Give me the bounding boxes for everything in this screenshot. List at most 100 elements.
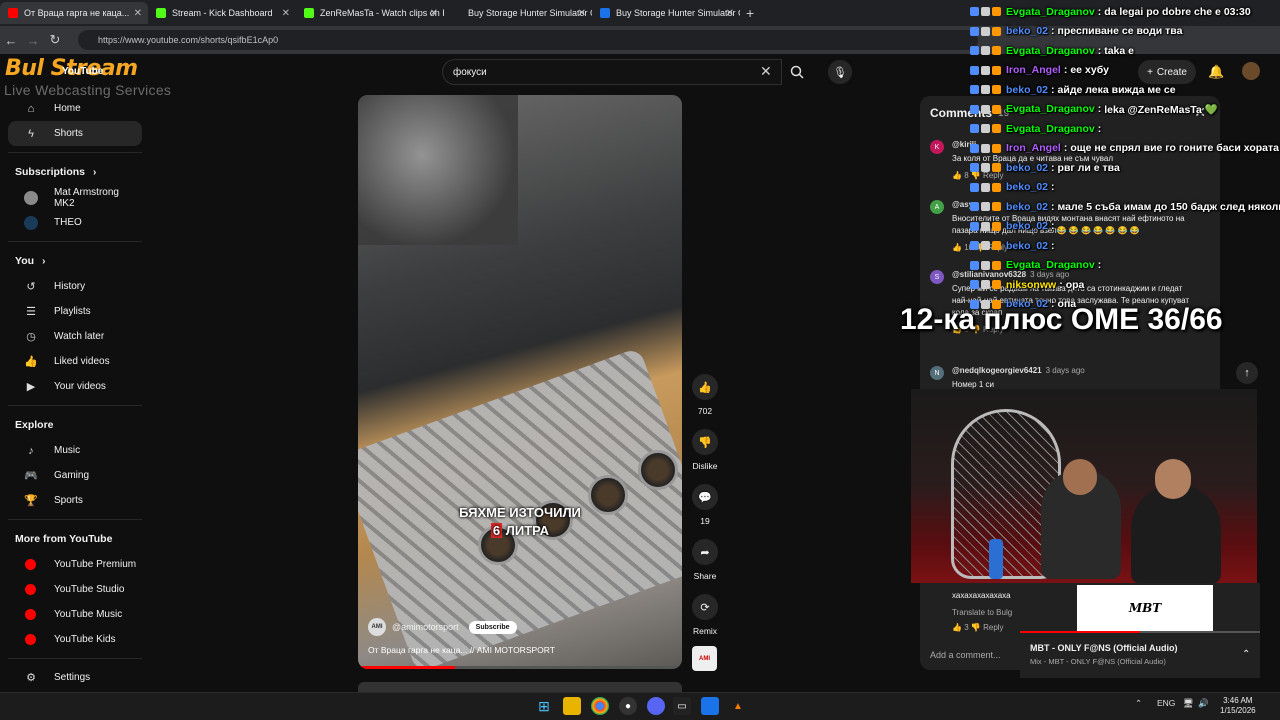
back-icon[interactable]: ← [0,33,22,48]
sidebar-item-music[interactable]: ♪ Music [8,438,142,463]
sidebar-item-home[interactable]: ⌂ Home [8,96,142,121]
tray-chevron-icon[interactable]: ⌃ [1135,698,1142,709]
chat-username[interactable]: Iron_Angel [1006,142,1061,154]
search-input[interactable]: фокуси [442,59,782,85]
commenter-avatar[interactable]: K [930,140,944,154]
add-comment-input[interactable]: Add a comment... [930,650,1001,660]
sidebar-item-gaming[interactable]: 🎮 Gaming [8,463,142,488]
you-heading[interactable]: You › [0,248,150,274]
chevron-up-icon[interactable]: ⌃ [1242,649,1250,660]
obs-icon[interactable]: ● [619,697,637,715]
sidebar-item-watch-later[interactable]: ◷ Watch later [8,324,142,349]
search-button[interactable] [784,59,810,85]
chat-username[interactable]: niksonww [1006,279,1056,291]
file-explorer-icon[interactable] [563,697,581,715]
sidebar-item-youtube-music[interactable]: YouTube Music [8,602,142,627]
chat-username[interactable]: beko_02 [1006,298,1048,310]
chat-username[interactable]: beko_02 [1006,201,1048,213]
browser-tab[interactable]: Buy Storage Hunter Simulator C ✕ [444,2,592,24]
chat-badge-icon [981,182,990,192]
chat-username[interactable]: Evgata_Draganov [1006,6,1095,18]
discord-icon[interactable] [647,697,665,715]
channel-avatar[interactable]: AMI [368,618,386,636]
like-button[interactable]: 👍 [692,374,718,400]
network-icon[interactable]: 🖥 [1183,698,1194,709]
chat-username[interactable]: Evgata_Draganov [1006,123,1095,135]
close-tab-icon[interactable]: ✕ [134,8,142,19]
chat-text: da legai po dobre che e 03:30 [1104,5,1251,18]
close-tab-icon[interactable]: ✕ [282,8,290,19]
reply-button[interactable]: Reply [983,623,1003,632]
chat-username[interactable]: Evgata_Draganov [1006,103,1095,115]
chrome-icon[interactable] [591,697,609,715]
chat-username[interactable]: Evgata_Draganov [1006,259,1095,271]
chat-username[interactable]: Iron_Angel [1006,64,1061,76]
sidebar-item-youtube-premium[interactable]: YouTube Premium [8,552,142,577]
voice-search-button[interactable]: 🎙 [828,60,852,84]
channel-name[interactable]: @amimotorsport [392,622,459,632]
remix-button[interactable]: ⟳ [692,594,718,620]
chat-username[interactable]: beko_02 [1006,162,1048,174]
dislike-button[interactable]: 👎 [692,429,718,455]
forward-icon[interactable]: → [22,33,44,48]
mini-player[interactable]: MBT MBT - ONLY F@NS (Official Audio) Mix… [1020,583,1260,678]
clear-search-icon[interactable]: ✕ [760,63,772,80]
close-tab-icon[interactable]: ✕ [430,8,438,19]
next-video-preview[interactable] [358,682,682,692]
commenter-name[interactable]: @nedqlkogeorgiev6421 3 days ago [952,366,1190,375]
thumbs-up-icon[interactable]: 👍 [952,243,964,252]
video-title[interactable]: От Враца гарга не каца... // AMI MOTORSP… [368,645,555,655]
comments-button[interactable]: 💬 [692,484,718,510]
sidebar-item-mat-armstrong-mk2[interactable]: Mat Armstrong MK2 [8,185,142,210]
url-field[interactable]: https://www.youtube.com/shorts/qsifbE1cA… [78,30,978,50]
browser-tab[interactable]: От Враца гарга не каца... ✕ [0,2,148,24]
volume-icon[interactable]: 🔊 [1198,698,1209,709]
windows-start-icon[interactable]: ⊞ [535,697,553,715]
subscribe-button[interactable]: Subscribe [468,620,517,634]
vlc-icon[interactable]: ▲ [729,697,747,715]
sidebar-item-your-videos[interactable]: ▶ Your videos [8,374,142,399]
sidebar-item-liked-videos[interactable]: 👍 Liked videos [8,349,142,374]
mini-player-progress[interactable] [1020,631,1260,633]
commenter-avatar[interactable]: A [930,200,944,214]
close-tab-icon[interactable]: ✕ [726,8,734,19]
thumbs-down-icon[interactable]: 👎 [971,623,981,632]
sidebar-item-sports[interactable]: 🏆 Sports [8,488,142,513]
chat-username[interactable]: beko_02 [1006,240,1048,252]
sidebar-item-settings[interactable]: ⚙ Settings [8,665,142,690]
chat-username[interactable]: Evgata_Draganov [1006,45,1095,57]
chat-username[interactable]: beko_02 [1006,181,1048,193]
terminal-icon[interactable]: ▭ [673,697,691,715]
sidebar-item-history[interactable]: ↺ History [8,274,142,299]
sidebar-item-theo[interactable]: THEO [8,210,142,235]
app-icon[interactable] [701,697,719,715]
channel-row: AMI @amimotorsport Subscribe [368,618,517,636]
chat-username[interactable]: beko_02 [1006,220,1048,232]
reload-icon[interactable]: ↻ [44,32,66,48]
browser-tab[interactable]: ZenReMasTa - Watch clips on K ✕ [296,2,444,24]
thumbs-up-icon[interactable]: 👍 [952,623,962,632]
sidebar-item-youtube-studio[interactable]: YouTube Studio [8,577,142,602]
close-tab-icon[interactable]: ✕ [578,8,586,19]
thumbs-up-icon[interactable]: 👍 [952,171,964,180]
chat-username[interactable]: beko_02 [1006,84,1048,96]
sidebar-item-shorts[interactable]: ϟ Shorts [8,121,142,146]
commenter-avatar[interactable]: N [930,366,944,380]
scroll-up-button[interactable]: ↑ [1236,362,1258,384]
youtube-logo-text[interactable]: YouTube [62,66,103,77]
sound-thumbnail[interactable]: AMI [692,646,717,671]
browser-tab[interactable]: Buy Storage Hunter Simulator C ✕ [592,2,740,24]
chat-text: leka @ZenReMasTa 💚 [1104,103,1218,116]
video-progress-bar[interactable] [358,666,682,669]
taskbar-clock[interactable]: 3:46 AM 1/15/2026 [1220,696,1256,716]
browser-tab[interactable]: Stream - Kick Dashboard ✕ [148,2,296,24]
commenter-avatar[interactable]: S [930,270,944,284]
chat-username[interactable]: beko_02 [1006,25,1048,37]
subscriptions-heading[interactable]: Subscriptions › [0,159,150,185]
language-indicator[interactable]: ENG [1157,698,1175,708]
share-button[interactable]: ➦ [692,539,718,565]
new-tab-button[interactable]: + [746,5,754,21]
sidebar-item-youtube-kids[interactable]: YouTube Kids [8,627,142,652]
sidebar-item-playlists[interactable]: ☰ Playlists [8,299,142,324]
shorts-video-player[interactable]: БЯХМЕ ИЗТОЧИЛИ 6 ЛИТРА AMI @amimotorspor… [358,95,682,669]
